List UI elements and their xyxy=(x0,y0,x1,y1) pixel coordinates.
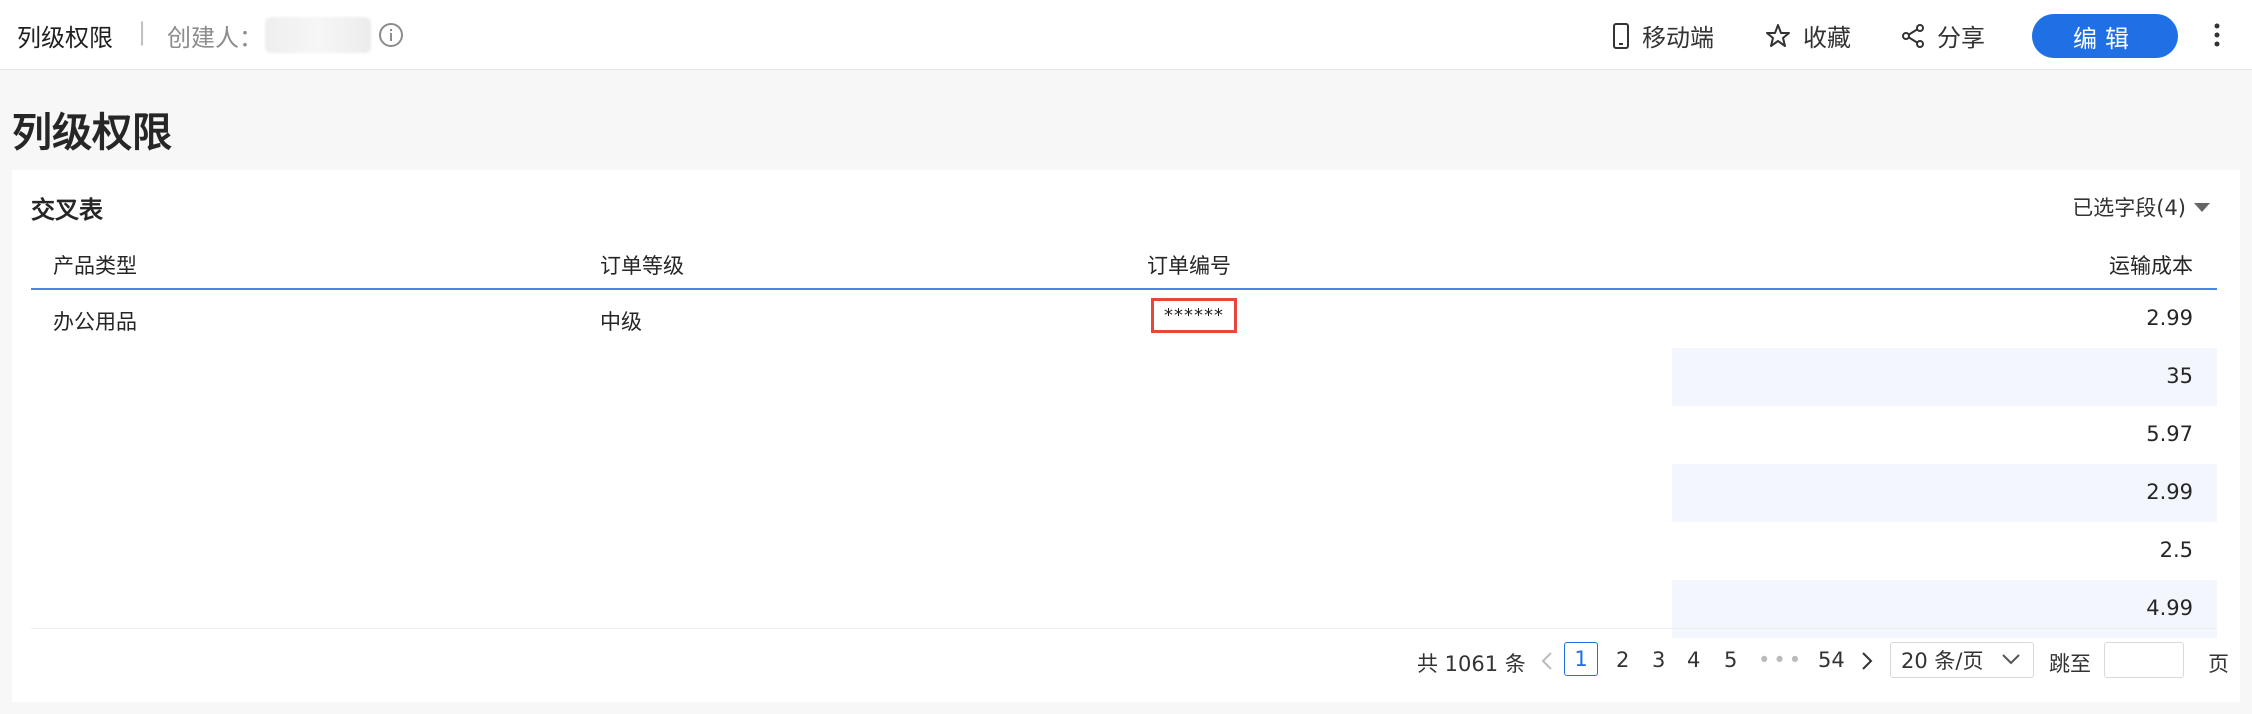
page-button-3[interactable]: 3 xyxy=(1652,648,1665,672)
mobile-button[interactable]: 移动端 xyxy=(1612,18,1714,53)
chevron-down-icon xyxy=(2002,654,2020,665)
mobile-icon xyxy=(1613,22,1629,49)
share-icon xyxy=(1902,23,1924,48)
title-separator: | xyxy=(138,18,147,46)
total-count: 共 1061 条 xyxy=(1417,652,1526,676)
cell-shipping-cost: 2.5 xyxy=(2159,538,2193,562)
cell-shipping-cost: 2.99 xyxy=(2146,306,2193,330)
share-button[interactable]: 分享 xyxy=(1901,18,1985,53)
page-button-2[interactable]: 2 xyxy=(1616,648,1629,672)
cell-product-type: 办公用品 xyxy=(53,310,137,334)
caret-down-icon xyxy=(2194,202,2210,212)
table-header: 产品类型 订单等级 订单编号 运输成本 xyxy=(31,238,2217,290)
share-label: 分享 xyxy=(1937,24,1985,52)
top-bar: 列级权限 | 创建人： 移动端 收藏 分享 编辑 xyxy=(0,0,2252,70)
selected-fields-label: 已选字段(4) xyxy=(2072,196,2186,220)
row-stripe xyxy=(1672,580,2217,638)
column-header-order-id[interactable]: 订单编号 xyxy=(1147,250,1231,280)
page-button-4[interactable]: 4 xyxy=(1687,648,1700,672)
jump-label: 跳至 xyxy=(2049,652,2091,676)
table-row: 2.99 xyxy=(31,464,2217,522)
page-button-1[interactable]: 1 xyxy=(1564,642,1598,676)
page-label: 页 xyxy=(2208,652,2229,676)
pagination: 共 1061 条 1 2 3 4 5 ••• 54 20 条/页 跳至 页 xyxy=(12,642,2240,682)
cell-shipping-cost: 2.99 xyxy=(2146,480,2193,504)
table-row: 35 xyxy=(31,348,2217,406)
page-title: 列级权限 xyxy=(12,110,172,156)
selected-fields-dropdown[interactable]: 已选字段(4) xyxy=(2072,192,2210,222)
crosstab-table: 产品类型 订单等级 订单编号 运输成本 办公用品 中级 ****** 2.99 … xyxy=(31,238,2217,638)
jump-page-input[interactable] xyxy=(2104,642,2184,678)
cell-shipping-cost: 5.97 xyxy=(2146,422,2193,446)
cell-shipping-cost: 4.99 xyxy=(2146,596,2193,620)
card-title: 交叉表 xyxy=(31,196,103,224)
page-size-select[interactable]: 20 条/页 xyxy=(1890,642,2034,678)
favorite-label: 收藏 xyxy=(1803,24,1851,52)
page-button-last[interactable]: 54 xyxy=(1818,648,1845,672)
cell-order-id-masked: ****** xyxy=(1151,298,1237,333)
cell-order-level: 中级 xyxy=(600,310,642,334)
column-header-product-type[interactable]: 产品类型 xyxy=(53,250,137,280)
favorite-button[interactable]: 收藏 xyxy=(1765,18,1851,53)
prev-page-icon[interactable] xyxy=(1540,650,1554,672)
row-stripe xyxy=(1672,464,2217,522)
column-header-shipping-cost[interactable]: 运输成本 xyxy=(2109,250,2193,280)
info-icon[interactable] xyxy=(378,22,404,48)
edit-button[interactable]: 编辑 xyxy=(2032,14,2178,58)
next-page-icon[interactable] xyxy=(1860,650,1874,672)
column-header-order-level[interactable]: 订单等级 xyxy=(600,250,684,280)
creator-label: 创建人： xyxy=(167,24,263,52)
mobile-label: 移动端 xyxy=(1642,24,1714,52)
more-icon[interactable] xyxy=(2210,20,2224,50)
star-icon xyxy=(1766,23,1790,47)
page-ellipsis[interactable]: ••• xyxy=(1758,648,1804,672)
table-row: 4.99 xyxy=(31,580,2217,638)
page-button-5[interactable]: 5 xyxy=(1724,648,1737,672)
dashboard-name: 列级权限 xyxy=(17,24,113,52)
creator-name-redacted xyxy=(265,17,371,53)
page-size-value: 20 条/页 xyxy=(1901,649,1984,673)
cell-shipping-cost: 35 xyxy=(2166,364,2193,388)
crosstab-card: 交叉表 已选字段(4) 产品类型 订单等级 订单编号 运输成本 办公用品 中级 … xyxy=(12,170,2240,702)
table-row: 5.97 xyxy=(31,406,2217,464)
table-bottom-divider xyxy=(31,628,2217,629)
table-row: 办公用品 中级 ****** 2.99 xyxy=(31,290,2217,348)
table-row: 2.5 xyxy=(31,522,2217,580)
row-stripe xyxy=(1672,348,2217,406)
